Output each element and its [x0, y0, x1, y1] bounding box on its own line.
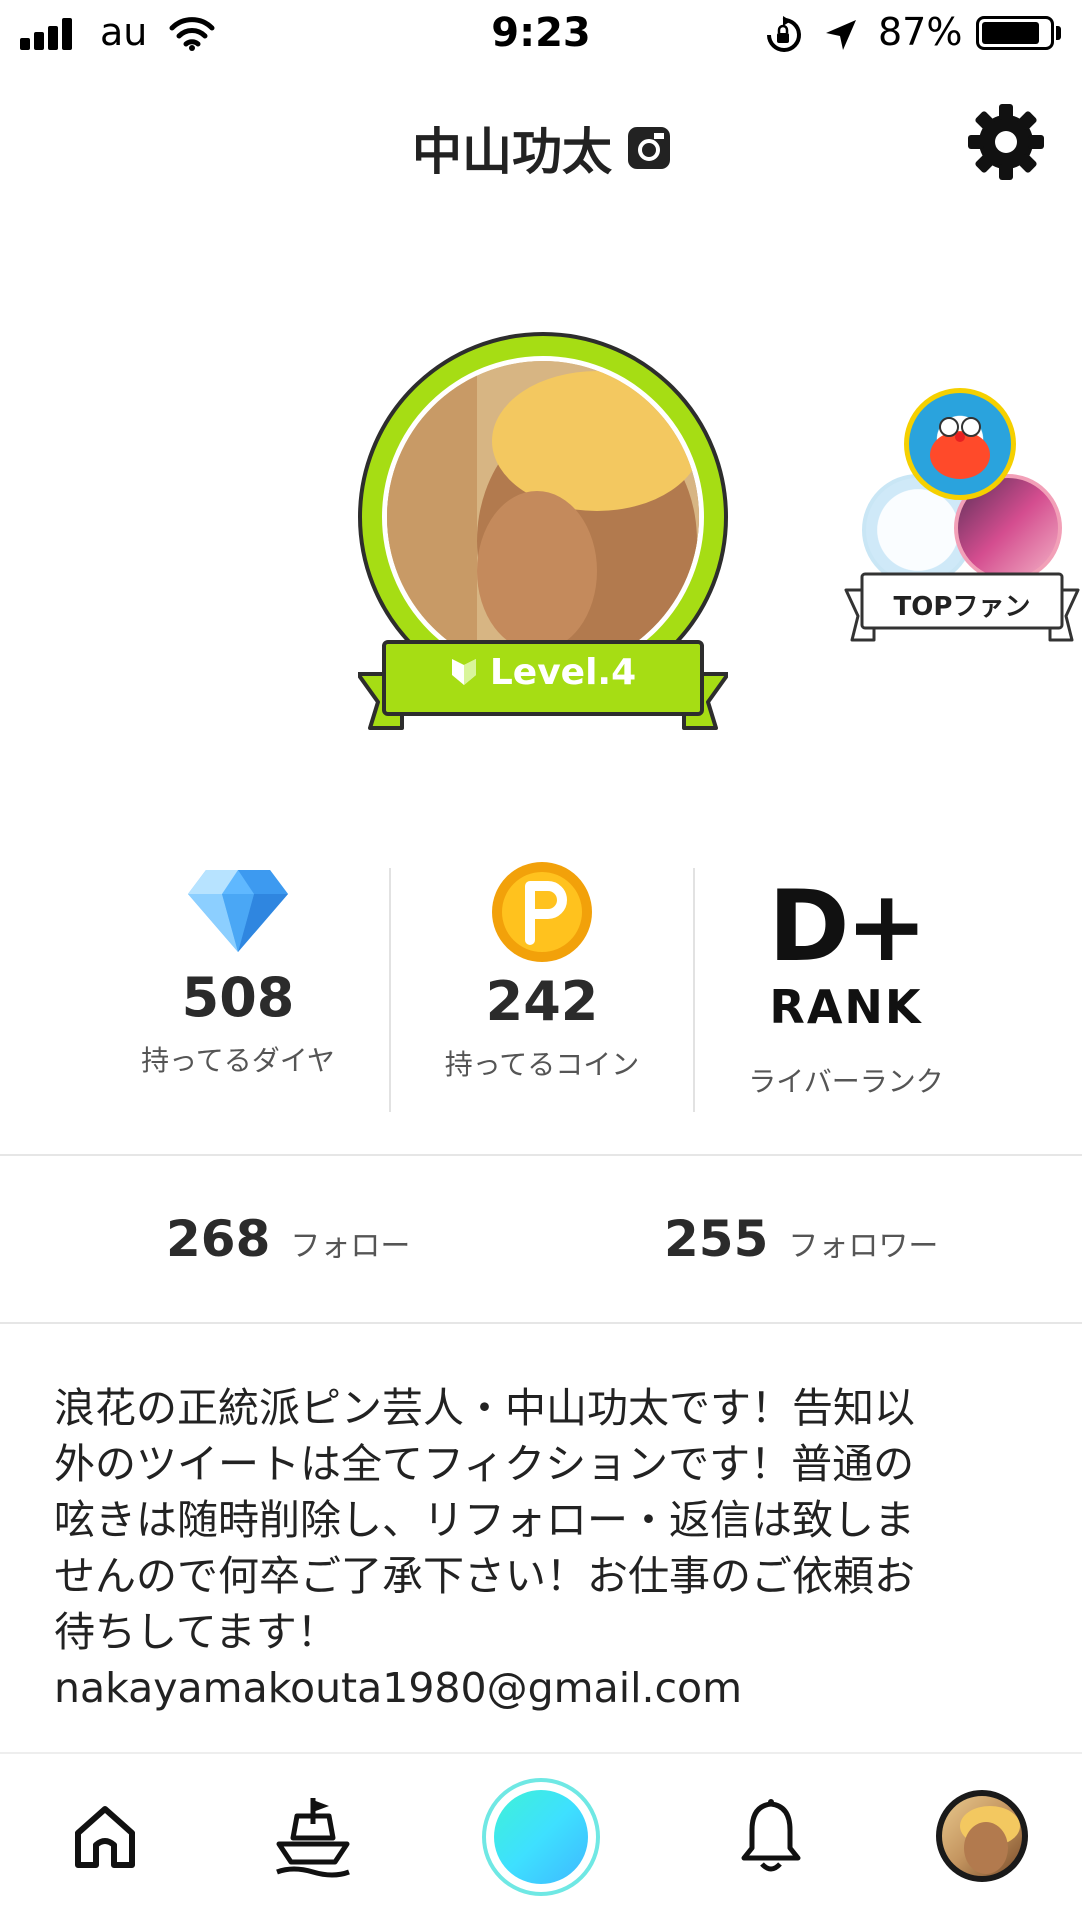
followers-label: フォロワー — [788, 1229, 939, 1264]
diamond-label: 持ってるダイヤ — [141, 1044, 335, 1077]
top-fan-label: TOPファン — [893, 592, 1031, 622]
status-bar: au 9:23 87% — [0, 0, 1082, 72]
following-stat[interactable]: 268 フォロー — [166, 1210, 410, 1268]
level-label: Level.4 — [489, 652, 637, 693]
beginner-shield-icon — [451, 659, 476, 685]
rank-label: ライバーランク — [748, 1065, 944, 1098]
profile-title-bar: 中山功太 — [0, 112, 1082, 184]
diamond-count: 508 — [181, 966, 295, 1029]
divider-stats — [0, 1154, 1082, 1156]
stat-rank[interactable]: D+ RANK ライバーランク — [694, 878, 998, 1100]
divider-nav — [0, 1752, 1082, 1754]
coin-icon — [492, 862, 592, 962]
rank-badge-icon: D+ RANK — [694, 878, 998, 1034]
coin-count: 242 — [485, 970, 599, 1033]
battery-percent: 87% — [878, 10, 963, 54]
followers-stat[interactable]: 255 フォロワー — [664, 1210, 938, 1268]
following-count: 268 — [166, 1210, 271, 1268]
page-title: 中山功太 — [412, 123, 612, 181]
battery-fill — [982, 22, 1039, 44]
divider-follow — [0, 1322, 1082, 1324]
avatar[interactable] — [382, 356, 704, 678]
rank-word: RANK — [769, 980, 923, 1034]
gear-icon[interactable] — [966, 102, 1046, 182]
level-badge: Level.4 — [358, 652, 728, 693]
home-icon — [75, 1806, 135, 1868]
ship-icon — [276, 1798, 350, 1878]
following-label: フォロー — [290, 1229, 411, 1264]
nav-explore[interactable] — [258, 1780, 368, 1892]
location-icon — [826, 20, 856, 50]
stat-coins[interactable]: 242 持ってるコイン — [390, 862, 694, 1083]
stat-diamonds[interactable]: 508 持ってるダイヤ — [86, 866, 390, 1079]
rank-value: D+ — [768, 870, 927, 984]
battery-nub — [1056, 26, 1061, 40]
coin-label: 持ってるコイン — [444, 1048, 640, 1081]
orientation-lock-icon — [767, 16, 801, 52]
top-fan-avatar-1[interactable] — [904, 388, 1016, 500]
nav-notifications[interactable] — [716, 1780, 826, 1892]
live-button-inner — [494, 1790, 588, 1884]
bell-icon — [741, 1799, 801, 1872]
live-button[interactable] — [482, 1778, 600, 1896]
nav-home[interactable] — [50, 1780, 160, 1892]
profile-avatar[interactable] — [936, 1790, 1028, 1882]
followers-count: 255 — [664, 1210, 769, 1268]
profile-bio: 浪花の正統派ピン芸人・中山功太です！告知以 外のツイートは全てフィクションです！… — [54, 1384, 915, 1712]
instagram-icon[interactable] — [628, 127, 670, 169]
diamond-icon — [188, 870, 288, 952]
battery-icon — [976, 16, 1054, 50]
